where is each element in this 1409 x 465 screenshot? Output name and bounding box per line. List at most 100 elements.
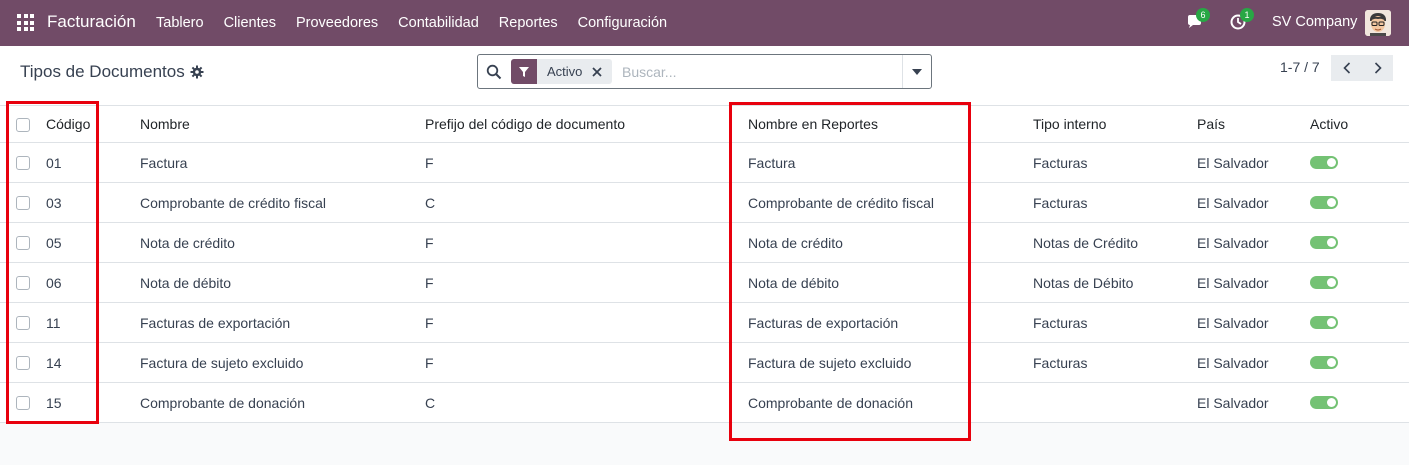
column-header-nombre-reportes[interactable]: Nombre en Reportes bbox=[748, 106, 878, 142]
active-toggle[interactable] bbox=[1310, 156, 1338, 169]
activities-badge: 1 bbox=[1240, 8, 1254, 22]
cell-name: Nota de crédito bbox=[140, 234, 235, 251]
table-row[interactable]: 05 Nota de crédito F Nota de crédito Not… bbox=[0, 223, 1409, 263]
search-bar: Activo bbox=[477, 54, 932, 89]
cell-code: 05 bbox=[46, 234, 62, 251]
messages-button[interactable]: 6 bbox=[1186, 8, 1210, 33]
row-checkbox[interactable] bbox=[16, 316, 30, 330]
search-icon bbox=[486, 64, 502, 80]
cell-name: Comprobante de donación bbox=[140, 394, 306, 411]
pager-value[interactable]: 1-7 / 7 bbox=[1280, 59, 1320, 75]
pager-previous-button[interactable] bbox=[1331, 55, 1362, 81]
cell-prefix: F bbox=[425, 154, 434, 171]
cell-prefix: F bbox=[425, 234, 434, 251]
cell-report-name: Factura bbox=[748, 154, 796, 171]
user-avatar-icon bbox=[1365, 10, 1391, 36]
cell-report-name: Comprobante de crédito fiscal bbox=[748, 194, 934, 211]
cell-name: Factura bbox=[140, 154, 188, 171]
cell-prefix: F bbox=[425, 274, 434, 291]
column-header-tipo-interno[interactable]: Tipo interno bbox=[1033, 106, 1106, 142]
row-checkbox[interactable] bbox=[16, 356, 30, 370]
cell-code: 11 bbox=[46, 314, 61, 331]
cell-internal-type: Facturas bbox=[1033, 194, 1088, 211]
cell-name: Facturas de exportación bbox=[140, 314, 291, 331]
caret-down-icon bbox=[912, 68, 922, 75]
cell-internal-type: Notas de Crédito bbox=[1033, 234, 1139, 251]
avatar[interactable] bbox=[1365, 10, 1391, 36]
active-toggle[interactable] bbox=[1310, 396, 1338, 409]
menu-item-configuracion[interactable]: Configuración bbox=[568, 0, 677, 46]
cell-country: El Salvador bbox=[1197, 394, 1269, 411]
cell-internal-type: Notas de Débito bbox=[1033, 274, 1134, 291]
cell-country: El Salvador bbox=[1197, 314, 1269, 331]
table-row[interactable]: 15 Comprobante de donación C Comprobante… bbox=[0, 383, 1409, 423]
messages-badge: 6 bbox=[1196, 8, 1210, 22]
cell-code: 03 bbox=[46, 194, 62, 211]
cell-country: El Salvador bbox=[1197, 354, 1269, 371]
gear-icon[interactable] bbox=[190, 65, 204, 79]
activities-button[interactable]: 1 bbox=[1230, 8, 1254, 33]
facet-label: Activo bbox=[547, 64, 583, 79]
cell-report-name: Factura de sujeto excluido bbox=[748, 354, 912, 371]
cell-country: El Salvador bbox=[1197, 274, 1269, 291]
close-icon[interactable] bbox=[590, 65, 604, 79]
row-checkbox[interactable] bbox=[16, 196, 30, 210]
active-toggle[interactable] bbox=[1310, 196, 1338, 209]
cell-prefix: C bbox=[425, 194, 436, 211]
cell-internal-type: Facturas bbox=[1033, 354, 1088, 371]
company-switcher[interactable]: SV Company bbox=[1272, 14, 1357, 30]
cell-name: Factura de sujeto excluido bbox=[140, 354, 304, 371]
table-row[interactable]: 06 Nota de débito F Nota de débito Notas… bbox=[0, 263, 1409, 303]
column-header-activo[interactable]: Activo bbox=[1310, 106, 1348, 142]
menu-item-reportes[interactable]: Reportes bbox=[489, 0, 568, 46]
cell-internal-type: Facturas bbox=[1033, 154, 1088, 171]
cell-code: 06 bbox=[46, 274, 62, 291]
cell-code: 14 bbox=[46, 354, 62, 371]
active-toggle[interactable] bbox=[1310, 356, 1338, 369]
column-header-prefijo[interactable]: Prefijo del código de documento bbox=[425, 106, 625, 142]
cell-report-name: Comprobante de donación bbox=[748, 394, 914, 411]
cell-country: El Salvador bbox=[1197, 234, 1269, 251]
chevron-left-icon bbox=[1342, 62, 1350, 74]
menu-item-proveedores[interactable]: Proveedores bbox=[286, 0, 388, 46]
filter-icon bbox=[511, 59, 537, 84]
select-all-checkbox[interactable] bbox=[16, 118, 30, 132]
table-row[interactable]: 14 Factura de sujeto excluido F Factura … bbox=[0, 343, 1409, 383]
cell-code: 15 bbox=[46, 394, 62, 411]
column-header-nombre[interactable]: Nombre bbox=[140, 106, 190, 142]
pager-next-button[interactable] bbox=[1362, 55, 1393, 81]
active-toggle[interactable] bbox=[1310, 236, 1338, 249]
table-row[interactable]: 01 Factura F Factura Facturas El Salvado… bbox=[0, 143, 1409, 183]
control-panel: Tipos de Documentos Activo Buscar... 1-7… bbox=[0, 46, 1409, 106]
column-header-codigo[interactable]: Código bbox=[46, 106, 90, 142]
cell-report-name: Facturas de exportación bbox=[748, 314, 899, 331]
cell-country: El Salvador bbox=[1197, 154, 1269, 171]
active-toggle[interactable] bbox=[1310, 276, 1338, 289]
apps-grid-icon[interactable] bbox=[17, 14, 34, 31]
cell-internal-type: Facturas bbox=[1033, 314, 1088, 331]
top-navbar: Facturación Tablero Clientes Proveedores… bbox=[0, 0, 1409, 46]
row-checkbox[interactable] bbox=[16, 236, 30, 250]
cell-report-name: Nota de crédito bbox=[748, 234, 843, 251]
menu-item-contabilidad[interactable]: Contabilidad bbox=[388, 0, 489, 46]
row-checkbox[interactable] bbox=[16, 276, 30, 290]
menu-item-clientes[interactable]: Clientes bbox=[214, 0, 286, 46]
cell-name: Nota de débito bbox=[140, 274, 232, 291]
search-facet-activo: Activo bbox=[511, 59, 613, 84]
table-row[interactable]: 11 Facturas de exportación F Facturas de… bbox=[0, 303, 1409, 343]
row-checkbox[interactable] bbox=[16, 396, 30, 410]
page-title: Tipos de Documentos bbox=[20, 62, 185, 81]
table-row[interactable]: 03 Comprobante de crédito fiscal C Compr… bbox=[0, 183, 1409, 223]
active-toggle[interactable] bbox=[1310, 316, 1338, 329]
app-name[interactable]: Facturación bbox=[47, 12, 136, 32]
cell-report-name: Nota de débito bbox=[748, 274, 840, 291]
cell-name: Comprobante de crédito fiscal bbox=[140, 194, 326, 211]
main-menu: Tablero Clientes Proveedores Contabilida… bbox=[146, 0, 677, 46]
row-checkbox[interactable] bbox=[16, 156, 30, 170]
search-options-toggle[interactable] bbox=[902, 55, 931, 88]
document-types-table: Código Nombre Prefijo del código de docu… bbox=[0, 106, 1409, 423]
cell-prefix: F bbox=[425, 314, 434, 331]
search-input[interactable] bbox=[622, 60, 892, 84]
column-header-pais[interactable]: País bbox=[1197, 106, 1225, 142]
menu-item-tablero[interactable]: Tablero bbox=[146, 0, 214, 46]
